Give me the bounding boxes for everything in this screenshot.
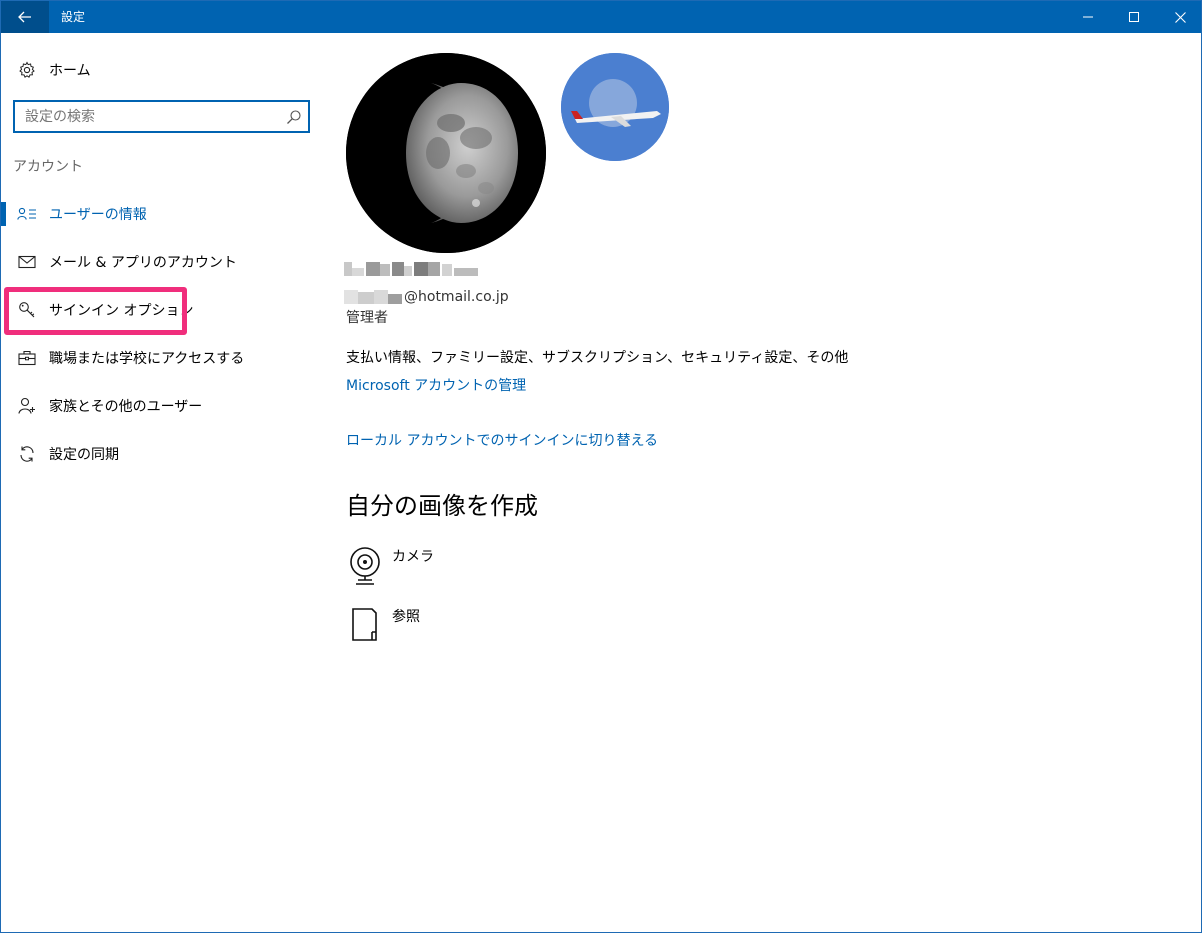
back-arrow-icon — [18, 11, 31, 23]
search-input[interactable] — [25, 107, 275, 127]
camera-button[interactable]: カメラ — [346, 546, 646, 594]
sync-icon — [17, 444, 37, 464]
minimize-icon — [1083, 16, 1093, 18]
user-info-icon — [17, 204, 37, 224]
selection-indicator — [1, 202, 6, 226]
email-row: @hotmail.co.jp — [344, 288, 509, 306]
mail-icon — [17, 252, 37, 272]
window-title: 設定 — [61, 10, 86, 24]
billing-info-text: 支払い情報、ファミリー設定、サブスクリプション、セキュリティ設定、その他 — [346, 350, 849, 366]
sidebar-home[interactable]: ホーム — [1, 53, 321, 87]
browse-button[interactable]: 参照 — [346, 606, 646, 654]
close-icon — [1174, 11, 1186, 23]
camera-label: カメラ — [392, 549, 434, 565]
title-bar: 設定 — [1, 1, 1201, 33]
sidebar-item-sync[interactable]: 設定の同期 — [1, 434, 321, 474]
email-domain: @hotmail.co.jp — [404, 289, 509, 305]
close-button[interactable] — [1157, 1, 1202, 33]
sidebar-item-label: 家族とその他のユーザー — [49, 399, 203, 415]
sidebar-item-label: 設定の同期 — [49, 447, 119, 463]
browse-label: 参照 — [392, 609, 420, 625]
account-role: 管理者 — [346, 310, 388, 326]
maximize-button[interactable] — [1111, 1, 1157, 33]
email-user-pixelated — [344, 290, 402, 304]
highlight-box — [4, 287, 187, 335]
create-picture-heading: 自分の画像を作成 — [346, 492, 538, 520]
user-name-pixelated — [344, 262, 478, 276]
sidebar-item-mail-accounts[interactable]: メール & アプリのアカウント — [1, 242, 321, 282]
home-label: ホーム — [49, 63, 91, 79]
add-user-icon — [17, 396, 37, 416]
airplane-moon-picture — [561, 53, 669, 161]
secondary-avatar[interactable] — [561, 53, 669, 161]
browse-file-icon — [352, 608, 377, 641]
webcam-icon — [350, 547, 380, 585]
minimize-button[interactable] — [1065, 1, 1111, 33]
sidebar-item-work-school[interactable]: 職場または学校にアクセスする — [1, 338, 321, 378]
sidebar-item-label: ユーザーの情報 — [49, 207, 147, 223]
search-box[interactable] — [13, 100, 310, 133]
sidebar-item-family-users[interactable]: 家族とその他のユーザー — [1, 386, 321, 426]
sidebar-item-label: メール & アプリのアカウント — [49, 255, 237, 271]
manage-microsoft-account-link[interactable]: Microsoft アカウントの管理 — [346, 375, 526, 395]
avatar — [346, 53, 546, 253]
section-label-accounts: アカウント — [13, 159, 83, 175]
settings-window: 設定 ホーム アカウント — [0, 0, 1202, 933]
search-icon[interactable] — [286, 109, 302, 125]
maximize-icon — [1129, 12, 1139, 22]
gear-icon — [17, 60, 37, 80]
sidebar-item-user-info[interactable]: ユーザーの情報 — [1, 194, 321, 234]
moon-picture — [346, 53, 546, 253]
back-button[interactable] — [1, 1, 49, 33]
briefcase-icon — [17, 348, 37, 368]
sidebar-item-label: 職場または学校にアクセスする — [49, 351, 245, 367]
switch-local-account-link[interactable]: ローカル アカウントでのサインインに切り替える — [346, 430, 658, 450]
